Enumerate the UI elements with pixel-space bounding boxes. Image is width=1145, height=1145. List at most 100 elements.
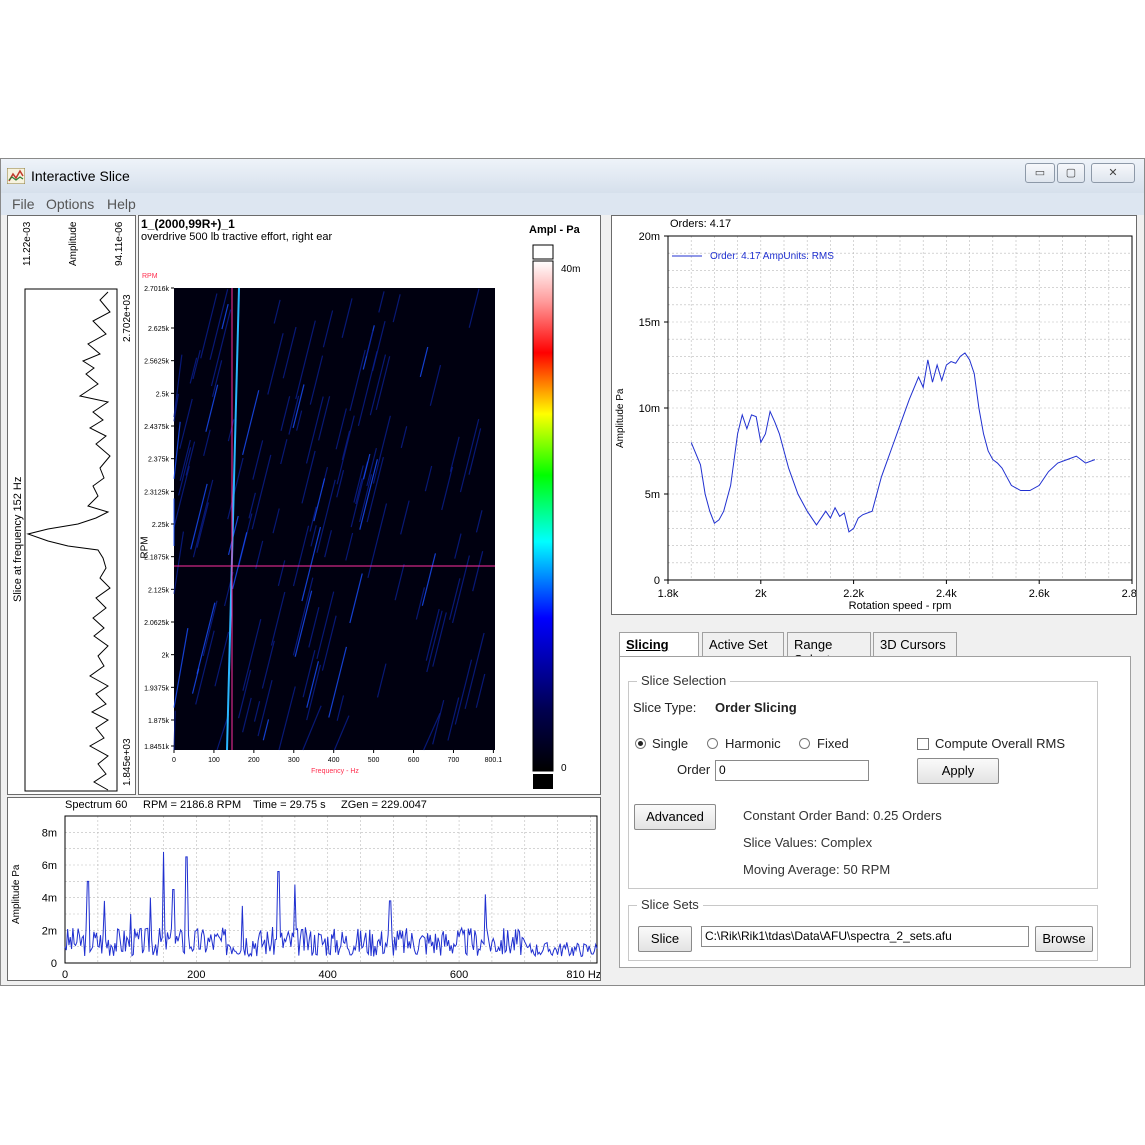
y-tick-label: 4m: [42, 893, 57, 905]
y-tick-label: 1.9375k: [144, 685, 169, 692]
title-bar: Interactive Slice ▭ ▢ ✕: [1, 159, 1144, 193]
menu-file[interactable]: File: [12, 196, 35, 212]
minimize-button[interactable]: ▭: [1025, 163, 1055, 183]
y-tick-label: 15m: [639, 317, 660, 329]
tab-active-set-label: Active Set: [709, 637, 768, 652]
tab-range-select[interactable]: Range Select: [787, 632, 871, 667]
x-tick-label: 2.8k: [1122, 588, 1136, 600]
y-tick-label: 2m: [42, 925, 57, 937]
spectrum-line: [64, 851, 598, 958]
x-axis-label: Frequency - Hz: [311, 768, 359, 775]
slice-frequency-label: Slice at frequency 152 Hz: [12, 477, 24, 602]
tab-slicing-label: Slicing: [626, 637, 669, 652]
x-tick-label: 400: [328, 757, 340, 764]
order-plot-title: Orders: 4.17: [670, 218, 731, 230]
x-tick-label: 800.1: [485, 757, 503, 764]
y-tick-label: 2.3125k: [144, 489, 169, 496]
order-plot-grid: [667, 236, 1133, 581]
x-tick-label: 600: [450, 969, 468, 980]
radio-harmonic[interactable]: [707, 738, 718, 749]
maximize-button[interactable]: ▢: [1057, 163, 1085, 183]
constant-order-band: Constant Order Band: 0.25 Orders: [743, 808, 942, 823]
spectrum-ylabel: Amplitude Pa: [11, 864, 22, 924]
radio-single[interactable]: [635, 738, 646, 749]
close-button[interactable]: ✕: [1091, 163, 1135, 183]
y-tick-label: 2.0625k: [144, 620, 169, 627]
colorbar: [532, 260, 554, 772]
x-tick-label: 200: [187, 969, 205, 980]
maximize-icon: ▢: [1065, 167, 1077, 179]
y-tick-label: 10m: [639, 403, 660, 415]
y-tick-label: 6m: [42, 860, 57, 872]
colorbar-max: 40m: [561, 264, 580, 275]
slice-set-path-input[interactable]: C:\Rik\Rik1\tdas\Data\AFU\spectra_2_sets…: [701, 926, 1029, 947]
y-tick-label: 5m: [645, 489, 660, 501]
y-tick-label: 2.4375k: [144, 424, 169, 431]
slice-button[interactable]: Slice: [638, 926, 692, 952]
y-tick-label: 0: [51, 958, 57, 970]
x-tick-label: 2.4k: [936, 588, 957, 600]
y-tick-label: 2.625k: [148, 326, 170, 333]
slice-line: [26, 291, 111, 791]
minimize-icon: ▭: [1034, 167, 1046, 179]
order-input[interactable]: 0: [715, 760, 869, 781]
y-tick-label: 1.8451k: [144, 744, 169, 751]
apply-button[interactable]: Apply: [917, 758, 999, 784]
y-tick-label: 2.5625k: [144, 359, 169, 366]
order-legend: Order: 4.17 AmpUnits: RMS: [710, 251, 834, 262]
x-tick-label: 810 Hz: [566, 969, 600, 980]
moving-average: Moving Average: 50 RPM: [743, 862, 891, 877]
y-tick-label: 1.875k: [148, 718, 170, 725]
colormap-image: [174, 288, 495, 750]
y-tick-label: 2.5k: [156, 391, 170, 398]
slice-amp-max: 11.22e-03: [22, 221, 33, 266]
tab-slicing[interactable]: Slicing: [619, 632, 699, 656]
colormap-panel: 1_(2000,99R+)_1 overdrive 500 lb tractiv…: [138, 215, 601, 795]
tab-active-set[interactable]: Active Set: [702, 632, 784, 656]
order-label: Order: [677, 762, 711, 777]
slicing-tab-page: Slice Selection Slice Type: Order Slicin…: [619, 656, 1131, 968]
slice-type-label: Slice Type:: [633, 700, 697, 715]
rpm-slice-chart: 11.22e-03 Amplitude 94.11e-06 Slice at f…: [12, 221, 133, 792]
menu-options[interactable]: Options: [46, 196, 94, 212]
y-tick-label: 20m: [639, 231, 660, 243]
spectrum-x-ticks: 0 200 400 600 810 Hz: [62, 969, 600, 980]
advanced-button[interactable]: Advanced: [634, 804, 716, 830]
radio-harmonic-label: Harmonic: [725, 736, 781, 751]
slice-selection-group: Slice Selection Slice Type: Order Slicin…: [628, 673, 1098, 889]
slice-selection-label: Slice Selection: [637, 673, 731, 688]
app-window: Interactive Slice ▭ ▢ ✕ File Options Hel…: [0, 158, 1145, 986]
y-tick-label: 2k: [162, 653, 170, 660]
y-tick-label: 2.7016k: [144, 286, 169, 293]
order-plot-panel: Orders: 4.17 Order: 4.17 AmpUnits: RMS 0…: [611, 215, 1137, 615]
slice-amp-label: Amplitude: [68, 221, 79, 266]
compute-rms-label: Compute Overall RMS: [935, 736, 1066, 751]
x-tick-label: 700: [448, 757, 460, 764]
x-tick-label: 500: [368, 757, 380, 764]
tab-3d-cursors-label: 3D Cursors: [880, 637, 946, 652]
menu-bar: File Options Help: [1, 193, 1144, 215]
radio-fixed[interactable]: [799, 738, 810, 749]
order-x-ticks: 1.8k 2k 2.2k 2.4k 2.6k 2.8k: [658, 580, 1136, 600]
radio-single-label: Single: [652, 736, 689, 751]
menu-help[interactable]: Help: [107, 196, 136, 212]
order-plot-chart: Orders: 4.17 Order: 4.17 AmpUnits: RMS 0…: [615, 218, 1136, 612]
colormap-y-ticks: 2.7016k 2.625k 2.5625k 2.5k 2.4375k 2.375k 2.3…: [144, 286, 174, 751]
browse-button[interactable]: Browse: [1035, 926, 1093, 952]
rpm-axis-label: RPM: [139, 536, 151, 559]
tab-strip: Slicing Active Set Range Select 3D Curso…: [611, 632, 1137, 667]
y-tick-label: 2.25k: [152, 522, 170, 529]
compute-rms-checkbox[interactable]: [917, 738, 929, 750]
x-tick-label: 2.2k: [843, 588, 864, 600]
order-xlabel: Rotation speed - rpm: [849, 600, 952, 612]
order-ylabel: Amplitude Pa: [615, 388, 626, 448]
slice-plot-frame: [24, 288, 118, 792]
slice-sets-group: Slice Sets Slice C:\Rik\Rik1\tdas\Data\A…: [628, 897, 1098, 961]
order-y-ticks: 0 5m 10m 15m 20m: [639, 231, 668, 587]
radio-fixed-label: Fixed: [817, 736, 849, 751]
slice-amp-min: 94.11e-06: [114, 221, 125, 266]
x-tick-label: 600: [408, 757, 420, 764]
x-tick-label: 1.8k: [658, 588, 679, 600]
tab-3d-cursors[interactable]: 3D Cursors: [873, 632, 957, 656]
chart-app-icon: [7, 168, 25, 184]
